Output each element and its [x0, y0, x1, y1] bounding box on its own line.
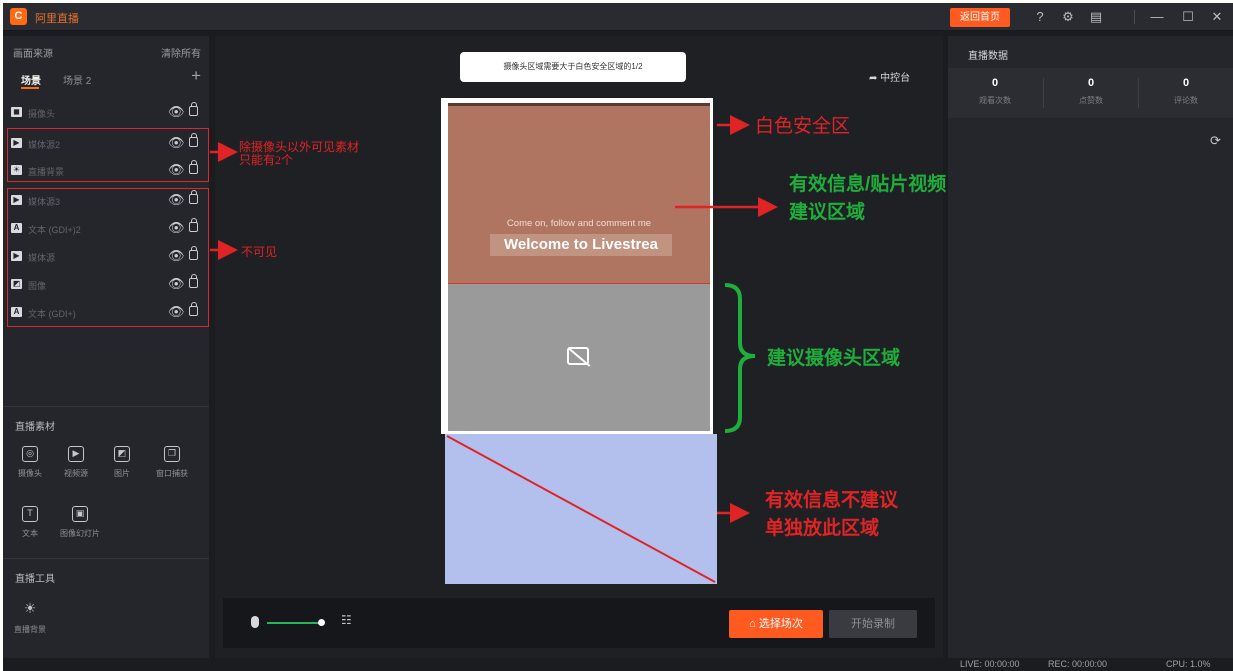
bottom-zone-line1: 有效信息不建议: [765, 490, 899, 511]
safe-zone-annotation: 白色安全区: [755, 116, 851, 137]
info-zone-line1: 有效信息/贴片视频: [789, 174, 947, 195]
visible-limit-annotation: 除摄像头以外可见素材 只能有2个: [239, 141, 359, 167]
invisible-annotation: 不可见: [241, 245, 278, 259]
bottom-zone-annotation: 有效信息不建议 单独放此区域: [765, 487, 898, 543]
info-zone-annotation: 有效信息/贴片视频 建议区域: [789, 171, 946, 227]
visible-limit-line2: 只能有2个: [239, 153, 294, 167]
camera-zone-annotation: 建议摄像头区域: [767, 348, 901, 369]
app-window: C 阿里直播 返回首页 ? ⚙ ▤ — ☐ ✕ 画面来源 清除所有 场景 场景 …: [3, 3, 1233, 671]
annotation-arrows: [210, 115, 778, 523]
info-zone-line2: 建议区域: [789, 202, 866, 223]
bottom-zone-line2: 单独放此区域: [765, 518, 880, 539]
